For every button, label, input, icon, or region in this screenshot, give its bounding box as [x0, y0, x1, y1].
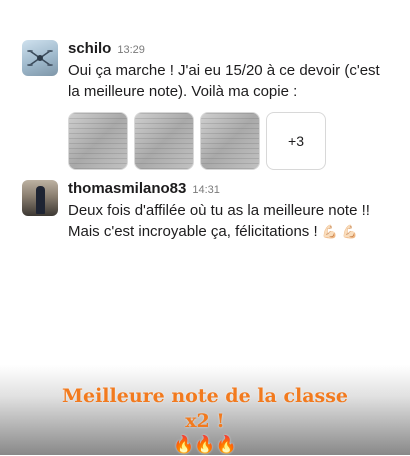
message-line-with-emoji: Mais c'est incroyable ça, félicitations …	[68, 221, 402, 242]
message-line: Oui ça marche ! J'ai eu 15/20 à ce devoi…	[68, 62, 380, 79]
more-attachments-button[interactable]: +3	[266, 112, 326, 170]
message-line: Deux fois d'affilée où tu as la meilleur…	[68, 202, 370, 219]
caption-line: Meilleure note de la classe	[61, 385, 349, 407]
author-name[interactable]: thomasmilano83	[68, 180, 186, 198]
message-text: Oui ça marche ! J'ai eu 15/20 à ce devoi…	[68, 60, 402, 102]
message-text: Deux fois d'affilée où tu as la meilleur…	[68, 200, 402, 242]
message-line: la meilleure note). Voilà ma copie :	[68, 83, 298, 100]
avatar[interactable]	[22, 40, 58, 76]
attachment-thumbnail[interactable]	[200, 112, 260, 170]
timestamp[interactable]: 13:29	[117, 41, 145, 59]
flexed-biceps-emoji-icon: 💪🏻 💪🏻	[321, 224, 358, 239]
drone-avatar-icon	[27, 50, 53, 66]
message-schilo: schilo 13:29 Oui ça marche ! J'ai eu 15/…	[22, 40, 402, 170]
story-caption: Meilleure note de la classe x2 ! 🔥🔥🔥	[0, 384, 410, 456]
message-line: Mais c'est incroyable ça, félicitations …	[68, 223, 318, 240]
avatar[interactable]	[22, 180, 58, 216]
fire-emoji-icon: 🔥🔥🔥	[173, 435, 237, 455]
message-thomasmilano83: thomasmilano83 14:31 Deux fois d'affilée…	[22, 180, 402, 242]
author-name[interactable]: schilo	[68, 40, 111, 58]
attachment-thumbnail[interactable]	[68, 112, 128, 170]
attachment-list: +3	[68, 112, 402, 170]
caption-line: x2 !	[185, 410, 225, 432]
attachment-thumbnail[interactable]	[134, 112, 194, 170]
timestamp[interactable]: 14:31	[192, 181, 220, 199]
